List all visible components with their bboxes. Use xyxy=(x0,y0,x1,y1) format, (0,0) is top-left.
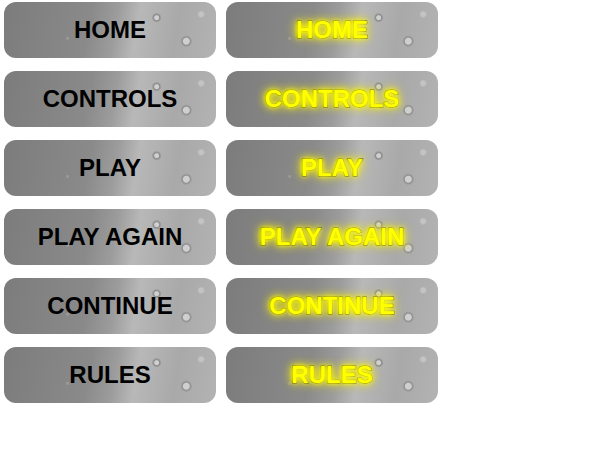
button-label: HOME xyxy=(296,17,368,43)
menu-button[interactable]: PLAY AGAIN xyxy=(4,209,216,265)
highlighted-button[interactable]: CONTINUE xyxy=(226,278,438,334)
menu-button[interactable]: PLAY xyxy=(4,140,216,196)
button-label: CONTINUE xyxy=(47,293,172,319)
button-label: PLAY xyxy=(301,155,363,181)
button-row: HOME HOME xyxy=(4,2,600,58)
highlighted-button[interactable]: CONTROLS xyxy=(226,71,438,127)
button-label: RULES xyxy=(291,362,372,388)
button-label: RULES xyxy=(69,362,150,388)
button-label: HOME xyxy=(74,17,146,43)
button-label: CONTROLS xyxy=(43,86,178,112)
highlighted-button[interactable]: HOME xyxy=(226,2,438,58)
button-row: PLAY PLAY xyxy=(4,140,600,196)
button-label: CONTROLS xyxy=(265,86,400,112)
button-label: PLAY xyxy=(79,155,141,181)
button-row: CONTINUE CONTINUE xyxy=(4,278,600,334)
button-sheet: HOME HOME CONTROLS CONTROLS PLAY PLAY PLAY AGA… xyxy=(0,0,600,403)
button-row: CONTROLS CONTROLS xyxy=(4,71,600,127)
menu-button[interactable]: CONTINUE xyxy=(4,278,216,334)
menu-button[interactable]: CONTROLS xyxy=(4,71,216,127)
highlighted-button[interactable]: PLAY xyxy=(226,140,438,196)
button-row: PLAY AGAIN PLAY AGAIN xyxy=(4,209,600,265)
highlighted-button[interactable]: PLAY AGAIN xyxy=(226,209,438,265)
button-label: CONTINUE xyxy=(269,293,394,319)
menu-button[interactable]: HOME xyxy=(4,2,216,58)
highlighted-button[interactable]: RULES xyxy=(226,347,438,403)
menu-button[interactable]: RULES xyxy=(4,347,216,403)
button-row: RULES RULES xyxy=(4,347,600,403)
button-label: PLAY AGAIN xyxy=(38,224,182,250)
button-label: PLAY AGAIN xyxy=(260,224,404,250)
